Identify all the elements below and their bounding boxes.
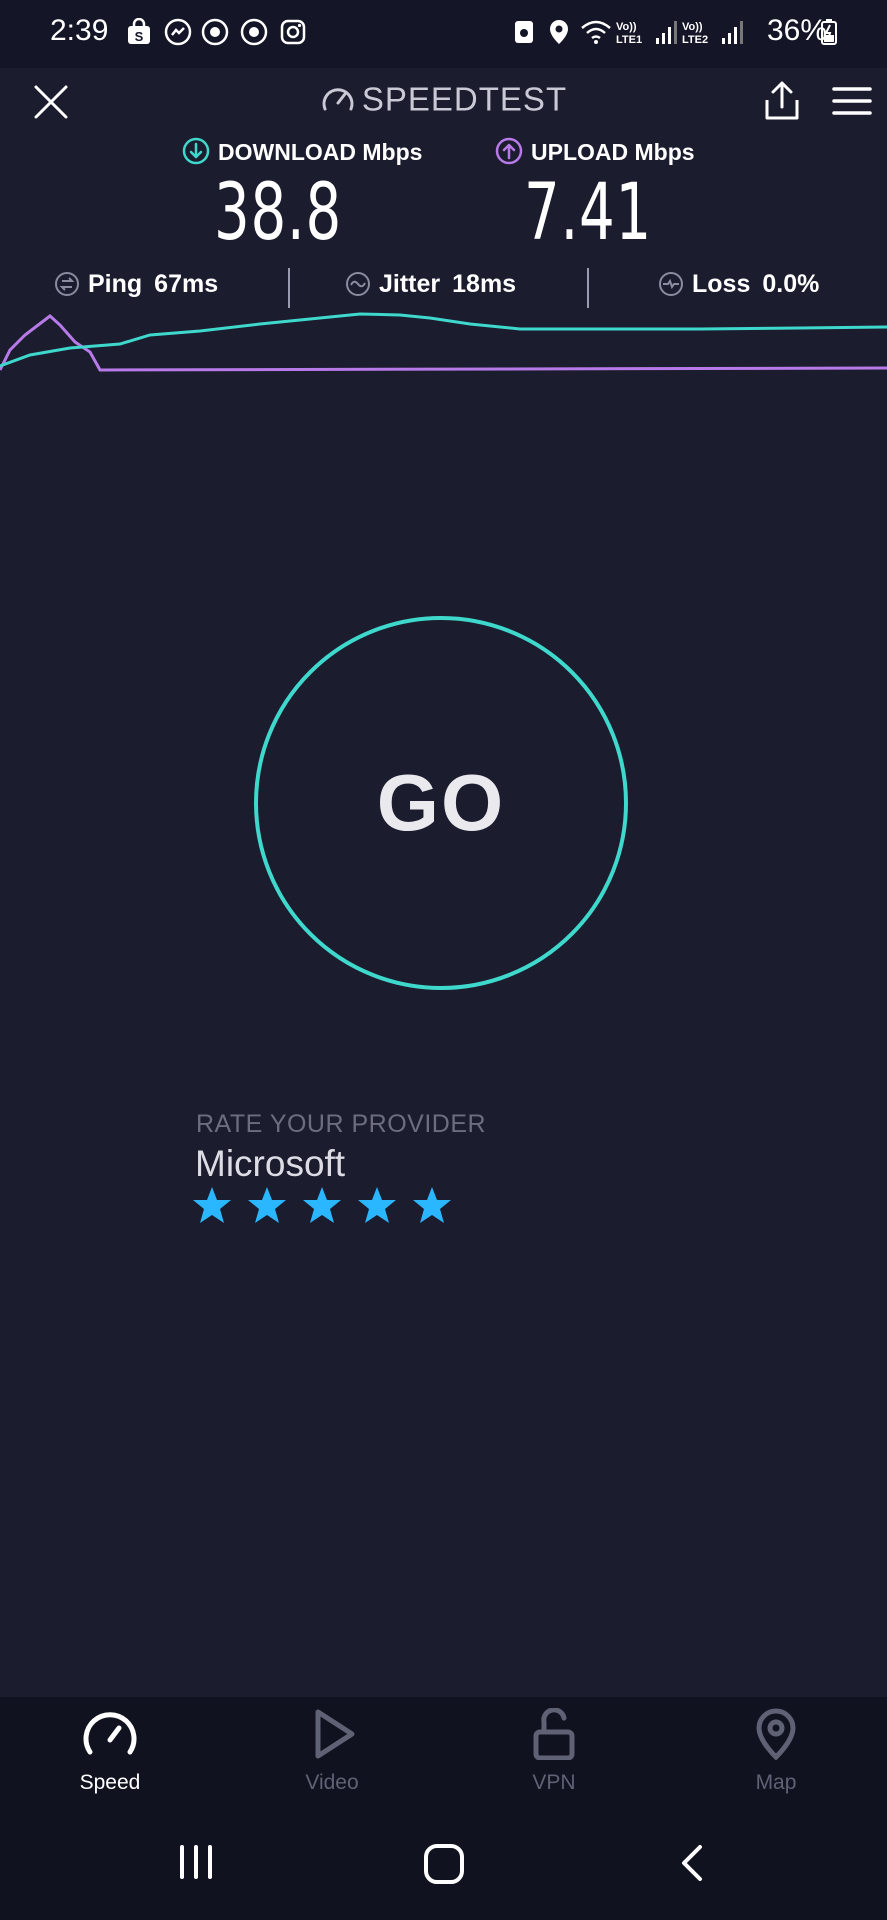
share-icon[interactable] (763, 80, 801, 122)
star-icon[interactable] (302, 1185, 342, 1225)
download-value: 38.8 (214, 168, 342, 258)
ping-label: Ping (88, 270, 143, 298)
loss-value: 0.0% (762, 270, 820, 298)
app-title: SPEEDTEST (0, 78, 887, 118)
location-icon (550, 20, 568, 44)
messenger-icon (164, 18, 192, 46)
ping-value: 67ms (154, 270, 219, 298)
download-label-text: DOWNLOAD Mbps (218, 139, 423, 165)
rating-stars[interactable] (192, 1185, 452, 1225)
download-label: DOWNLOAD Mbps (182, 137, 422, 166)
unlock-icon (533, 1707, 575, 1761)
speedometer-logo-icon (322, 88, 354, 111)
download-arrow-icon (182, 137, 210, 165)
upload-label: UPLOAD Mbps (495, 137, 695, 166)
rate-provider-title: RATE YOUR PROVIDER (196, 1110, 487, 1138)
svg-text:S: S (135, 29, 144, 44)
jitter-icon (346, 272, 370, 296)
play-icon (315, 1709, 355, 1759)
nav-speed-label: Speed (79, 1771, 141, 1794)
recycle-icon (515, 21, 533, 43)
instagram-icon (280, 19, 306, 45)
nav-video[interactable]: Video (262, 1708, 402, 1795)
speed-graph (0, 312, 887, 372)
svg-text:LTE1: LTE1 (616, 34, 642, 46)
jitter-value: 18ms (452, 270, 517, 298)
nav-vpn[interactable]: VPN (484, 1707, 624, 1795)
status-bar: 2:39 S Vo)) LTE1 Vo)) LTE2 36% (0, 0, 887, 68)
status-time: 2:39 (50, 14, 109, 47)
upload-speed-line (0, 314, 887, 372)
back-icon[interactable] (678, 1843, 708, 1883)
upload-value: 7.41 (524, 168, 652, 258)
star-icon[interactable] (412, 1185, 452, 1225)
ping-icon (55, 272, 79, 296)
star-icon[interactable] (247, 1185, 287, 1225)
battery-charging-icon (821, 19, 837, 45)
nav-speed[interactable]: Speed (40, 1708, 180, 1795)
nav-map[interactable]: Map (706, 1708, 846, 1795)
hamburger-menu-icon[interactable] (832, 86, 872, 116)
go-label: GO (376, 758, 506, 847)
app-notification-icon (201, 18, 229, 46)
app-notification-icon (240, 18, 268, 46)
star-icon[interactable] (357, 1185, 397, 1225)
home-icon[interactable] (422, 1843, 466, 1885)
provider-name: Microsoft (195, 1143, 346, 1184)
speedometer-icon (83, 1712, 137, 1755)
recent-apps-icon[interactable] (176, 1843, 216, 1881)
svg-text:Vo)): Vo)) (616, 21, 637, 33)
loss-stat: Loss 0.0% (658, 270, 819, 299)
star-icon[interactable] (192, 1185, 232, 1225)
app-title-text: SPEEDTEST (361, 80, 568, 118)
nav-video-label: Video (305, 1771, 359, 1794)
loss-label: Loss (692, 270, 751, 298)
loss-icon (659, 272, 683, 296)
map-pin-icon (756, 1708, 796, 1761)
shopping-bag-icon: S (128, 18, 150, 44)
nav-vpn-label: VPN (532, 1771, 576, 1794)
jitter-stat: Jitter 18ms (345, 270, 516, 299)
upload-arrow-icon (495, 137, 523, 165)
upload-label-text: UPLOAD Mbps (531, 139, 695, 165)
battery-percent: 36% (766, 14, 827, 47)
svg-text:Vo)): Vo)) (682, 21, 703, 33)
nav-map-label: Map (755, 1771, 797, 1794)
svg-text:LTE2: LTE2 (682, 34, 708, 46)
download-speed-line (0, 312, 887, 368)
jitter-label: Jitter (379, 270, 441, 298)
wifi-icon (581, 20, 611, 44)
ping-stat: Ping 67ms (54, 270, 218, 299)
go-button[interactable]: GO (254, 616, 628, 990)
signal-sim2-icon: Vo))LTE2 (682, 21, 743, 46)
signal-sim1-icon: Vo))LTE1 (616, 21, 677, 46)
